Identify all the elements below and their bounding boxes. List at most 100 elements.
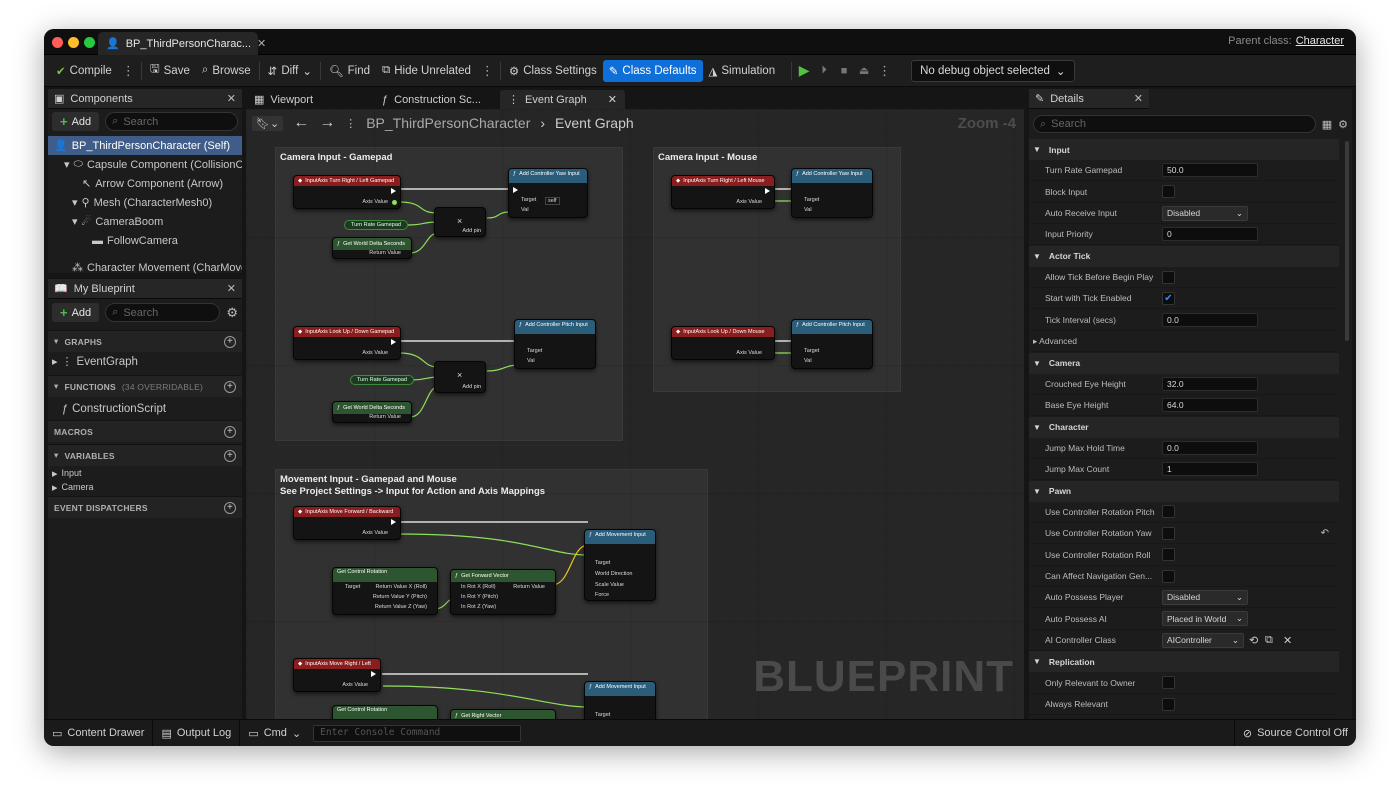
property-checkbox[interactable] (1162, 548, 1175, 562)
float-pin[interactable] (392, 200, 397, 205)
node-add-movement-1[interactable]: ƒ Add Movement Input Target World Directi… (584, 529, 656, 601)
node-turn-mouse[interactable]: ◆ InputAxis Turn Right / Left Mouse Axis … (671, 175, 775, 209)
node-world-delta[interactable]: ƒ Get World Delta Seconds Return Value (332, 237, 412, 259)
source-control-button[interactable]: ⊘ Source Control Off (1233, 720, 1356, 746)
add-pin-label[interactable]: Add pin (462, 384, 481, 390)
stop-button[interactable]: ■ (834, 61, 854, 81)
add-variable-icon[interactable]: + (224, 449, 236, 462)
table-view-icon[interactable]: ▦ (1322, 118, 1332, 131)
property-dropdown[interactable]: Disabled ⌄ (1162, 589, 1248, 605)
exec-out-pin[interactable] (391, 339, 396, 345)
add-component-button[interactable]: + Add (52, 112, 100, 131)
parent-class-link[interactable]: Character (1296, 35, 1344, 47)
graphs-section[interactable]: ▾ GRAPHS + (48, 330, 242, 352)
output-log-button[interactable]: ▤ Output Log (153, 720, 241, 746)
document-tab[interactable]: 👤 BP_ThirdPersonCharac... ✕ (98, 32, 266, 55)
bookmark-icon[interactable]: 🔖︎⌄ (252, 115, 284, 131)
gear-icon[interactable]: ⚙ (1338, 118, 1348, 131)
node-move-right[interactable]: ◆ InputAxis Move Right / Left Axis Value (293, 658, 381, 692)
variable-category-input[interactable]: ▸ Input (48, 466, 242, 480)
play-options-icon[interactable]: ⋮ (874, 63, 895, 79)
property-label[interactable]: ▸ Advanced (1033, 336, 1077, 347)
exec-out-pin[interactable] (391, 519, 396, 525)
close-tab-icon[interactable]: ✕ (257, 37, 266, 50)
event-graph-item[interactable]: ▸ ⋮ EventGraph (48, 352, 242, 371)
components-search-input[interactable]: ⌕ Search (105, 112, 238, 131)
forward-arrow-icon[interactable]: → (319, 114, 335, 132)
my-blueprint-tab[interactable]: 📖 My Blueprint ✕ (48, 279, 242, 299)
close-icon[interactable]: ✕ (227, 282, 236, 295)
open-asset-icon[interactable]: ⧉ (1265, 634, 1273, 647)
property-checkbox[interactable] (1162, 505, 1175, 519)
node-multiply-1[interactable]: × Add pin (434, 207, 486, 237)
category-pawn[interactable]: ▼ Pawn (1029, 480, 1339, 502)
macros-section[interactable]: MACROS + (48, 420, 242, 442)
close-icon[interactable]: ✕ (1134, 92, 1143, 105)
tab-viewport[interactable]: ▦ Viewport (246, 90, 370, 109)
class-settings-button[interactable]: ⚙ Class Settings (503, 60, 603, 82)
component-item-capsule[interactable]: ▾⬭Capsule Component (CollisionCylinder) (48, 155, 242, 174)
content-drawer-button[interactable]: ▭ Content Drawer (44, 720, 154, 746)
details-scrollbar[interactable] (1345, 141, 1349, 341)
property-checkbox[interactable] (1162, 270, 1175, 284)
property-checkbox[interactable]: ✔ (1162, 291, 1175, 305)
browse-button[interactable]: ⌕ Browse (196, 60, 257, 82)
var-turn-rate[interactable]: Turn Rate Gamepad (350, 375, 414, 385)
save-button[interactable]: 🖫 Save (144, 60, 196, 82)
property-dropdown[interactable]: Disabled ⌄ (1162, 205, 1248, 221)
exec-in-pin[interactable] (513, 187, 518, 193)
simulation-button[interactable]: ◮ Simulation (703, 60, 782, 82)
property-value-input[interactable]: 50.0 (1162, 163, 1258, 178)
construction-script-item[interactable]: ƒ ConstructionScript (48, 397, 242, 420)
graph-canvas[interactable]: 🔖︎⌄ ← → ⋮ BP_ThirdPersonCharacter › Even… (246, 109, 1024, 720)
property-checkbox[interactable] (1162, 569, 1175, 583)
add-function-icon[interactable]: + (224, 380, 236, 393)
category-character[interactable]: ▼ Character (1029, 416, 1339, 438)
minimize-window-button[interactable] (68, 37, 79, 48)
event-dispatchers-section[interactable]: EVENT DISPATCHERS + (48, 496, 242, 518)
reset-to-default-icon[interactable]: ↶ (1321, 528, 1329, 539)
browse-icon[interactable]: ⟲ (1249, 634, 1258, 647)
component-item-arrow[interactable]: ↖ Arrow Component (Arrow) (48, 174, 242, 193)
close-window-button[interactable] (52, 37, 63, 48)
cmd-select[interactable]: ▭ Cmd ⌄ (240, 720, 309, 746)
property-dropdown[interactable]: AIController ⌄ (1162, 632, 1244, 648)
add-member-button[interactable]: + Add (52, 303, 100, 322)
clear-icon[interactable]: ✕ (1283, 634, 1292, 647)
console-input[interactable]: Enter Console Command (313, 724, 522, 742)
property-value-input[interactable]: 0.0 (1162, 440, 1258, 455)
property-checkbox[interactable] (1162, 697, 1175, 711)
more-options-icon[interactable]: ⋮ (477, 63, 498, 79)
play-button[interactable]: ▶ (794, 61, 814, 81)
details-tab[interactable]: ✎ Details ✕ (1029, 89, 1149, 109)
components-tab[interactable]: ▣ Components ✕ (48, 89, 242, 109)
debug-object-select[interactable]: No debug object selected ⌄ (911, 59, 1075, 82)
node-add-yaw-mouse[interactable]: ƒ Add Controller Yaw Input Target Val (791, 168, 873, 218)
hide-unrelated-button[interactable]: ⧉ Hide Unrelated (376, 60, 477, 82)
find-button[interactable]: 🔍︎ Find (323, 60, 376, 82)
node-get-control-rotation[interactable]: Get Control Rotation Target Return Value… (332, 567, 438, 615)
add-graph-icon[interactable]: + (224, 335, 236, 348)
exec-out-pin[interactable] (391, 188, 396, 194)
category-input[interactable]: ▼ Input (1029, 139, 1339, 160)
property-checkbox[interactable] (1162, 676, 1175, 690)
node-add-yaw[interactable]: ƒ Add Controller Yaw Input Target self Va… (508, 168, 588, 218)
category-replication[interactable]: ▼ Replication (1029, 651, 1339, 673)
details-search-input[interactable]: ⌕ Search (1033, 115, 1316, 133)
node-add-pitch-mouse[interactable]: ƒ Add Controller Pitch Input Target Val (791, 319, 873, 369)
property-value-input[interactable]: 32.0 (1162, 376, 1258, 391)
node-look-mouse[interactable]: ◆ InputAxis Look Up / Down Mouse Axis Val… (671, 326, 775, 360)
node-look-gamepad[interactable]: ◆ InputAxis Look Up / Down Gamepad Axis V… (293, 326, 401, 360)
property-value-input[interactable]: 0.0 (1162, 312, 1258, 327)
variables-section[interactable]: ▾ VARIABLES + (48, 444, 242, 466)
node-world-delta[interactable]: ƒ Get World Delta Seconds Return Value (332, 401, 412, 423)
node-add-movement-2[interactable]: ƒAdd Movement Input Target World Directi… (584, 681, 656, 720)
variable-category-camera[interactable]: ▸ Camera (48, 480, 242, 494)
add-dispatcher-icon[interactable]: + (224, 501, 236, 514)
property-checkbox[interactable] (1162, 185, 1175, 199)
gear-icon[interactable]: ⚙ (226, 305, 238, 321)
category-camera[interactable]: ▼ Camera (1029, 352, 1339, 374)
add-pin-label[interactable]: Add pin (462, 228, 481, 234)
close-icon[interactable]: ✕ (608, 93, 617, 106)
compile-options-icon[interactable]: ⋮ (118, 63, 139, 79)
